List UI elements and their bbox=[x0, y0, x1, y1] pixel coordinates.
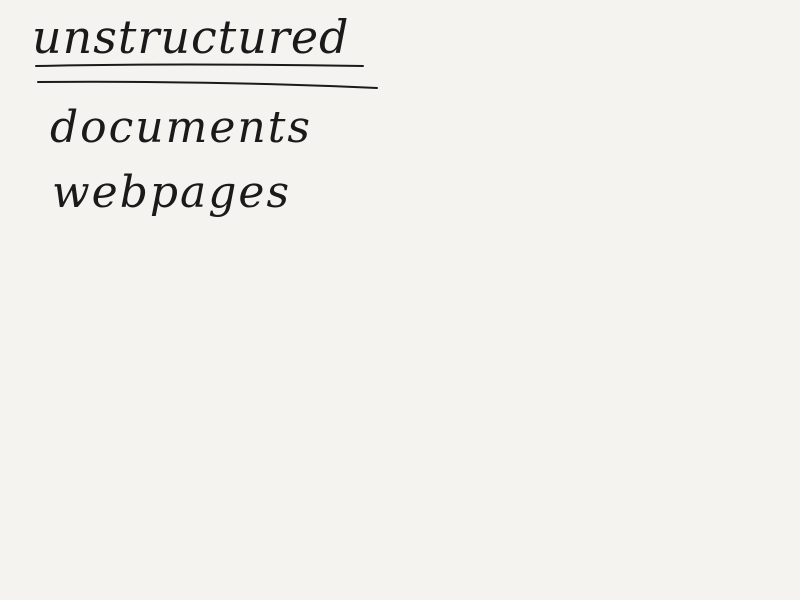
list-item-webpages: webpages bbox=[52, 167, 292, 218]
underline-double-icon bbox=[35, 63, 378, 89]
list-item-documents: documents bbox=[50, 102, 312, 153]
note-heading: unstructured bbox=[32, 10, 350, 64]
note-page: unstructured documents webpages bbox=[0, 0, 800, 600]
